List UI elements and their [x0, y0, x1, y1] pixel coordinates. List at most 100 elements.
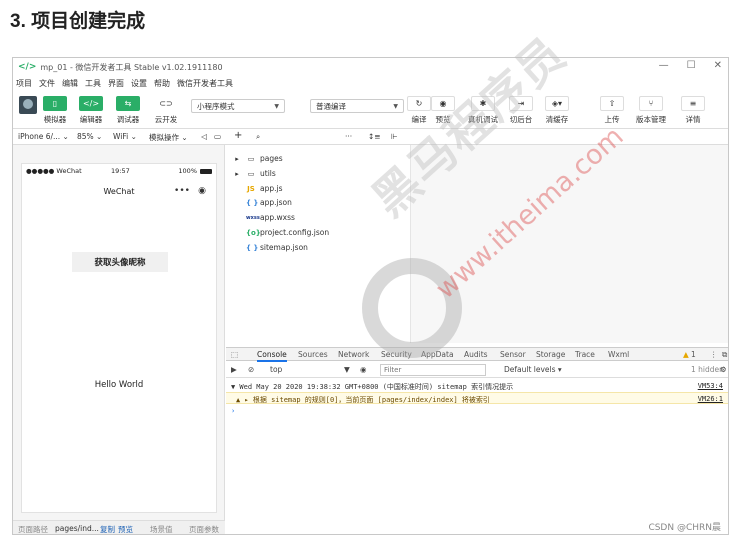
- simulator-toggle[interactable]: ▯ 模拟器: [43, 96, 67, 125]
- menu-lines-icon: ≡: [681, 96, 705, 111]
- debugger-toggle[interactable]: ⇆ 调试器: [116, 96, 140, 125]
- battery-label: 100%: [178, 167, 197, 175]
- device-select[interactable]: iPhone 6/... ⌄: [18, 132, 69, 141]
- plus-icon[interactable]: +: [234, 130, 242, 141]
- sim-ops-select[interactable]: 模拟操作 ⌄: [149, 132, 188, 143]
- capsule-menu[interactable]: ••• ◉: [170, 183, 210, 199]
- console-prompt[interactable]: ›: [226, 405, 728, 417]
- copy-path-link[interactable]: 复制: [100, 524, 115, 534]
- rotate-icon[interactable]: ▭: [214, 132, 221, 141]
- file-item-app-wxss[interactable]: wxss app.wxss: [246, 213, 295, 222]
- chevron-down-icon[interactable]: ▼: [344, 365, 350, 374]
- config-file-icon: {o}: [246, 228, 261, 237]
- file-item-pages[interactable]: ▸ ▭ pages: [232, 154, 282, 163]
- chevron-down-icon: ▼: [274, 102, 279, 110]
- minimize-button[interactable]: —: [659, 60, 669, 71]
- page-params-label[interactable]: 页面参数: [189, 524, 219, 534]
- title-bar: </> mp_01 - 微信开发者工具 Stable v1.02.1911180…: [13, 58, 728, 76]
- menu-project[interactable]: 项目: [16, 78, 32, 89]
- network-select[interactable]: WiFi ⌄: [113, 132, 137, 141]
- details-button[interactable]: ≡ 详情: [681, 96, 705, 125]
- cloud-link-icon: ⊂⊃: [159, 99, 173, 108]
- hidden-count: 1 hidden: [691, 365, 724, 374]
- code-icon: </>: [79, 96, 103, 111]
- debug-icon: ⇆: [116, 96, 140, 111]
- folder-icon: ▭: [247, 154, 255, 163]
- log-levels-select[interactable]: Default levels ▾: [504, 365, 562, 374]
- simulator-footer: 页面路径 pages/ind... 复制 预览 场景值 页面参数: [13, 520, 225, 534]
- status-time: 19:57: [111, 167, 130, 175]
- more-icon[interactable]: ···: [345, 132, 352, 141]
- upload-button[interactable]: ⇧ 上传: [600, 96, 624, 125]
- volume-icon[interactable]: ◁: [201, 132, 207, 141]
- page-path-value: pages/ind...: [55, 524, 99, 533]
- warning-icon[interactable]: ▲: [683, 350, 689, 359]
- search-icon[interactable]: ⌕: [256, 132, 260, 142]
- menu-help[interactable]: 帮助: [154, 78, 170, 89]
- editor-toggle[interactable]: </> 编辑器: [79, 96, 103, 125]
- console-filter-input[interactable]: [380, 364, 486, 376]
- preview-path-link[interactable]: 预览: [118, 524, 133, 534]
- avatar[interactable]: [19, 96, 37, 114]
- page-path-label: 页面路径: [18, 525, 48, 534]
- warning-count: 1: [691, 350, 696, 359]
- scene-label[interactable]: 场景值: [150, 524, 173, 534]
- menu-file[interactable]: 文件: [39, 78, 55, 89]
- carrier-label: ●●●●● WeChat: [26, 167, 82, 175]
- devtools-tabs: ⬚ Console Sources Network Security AppDa…: [226, 347, 728, 362]
- chevron-right-icon: ▸: [235, 169, 239, 178]
- tab-sources[interactable]: Sources: [298, 350, 328, 359]
- file-item-app-js[interactable]: JS app.js: [246, 184, 282, 193]
- tab-sensor[interactable]: Sensor: [500, 350, 526, 359]
- tab-console[interactable]: Console: [257, 350, 287, 362]
- file-item-app-json[interactable]: { } app.json: [246, 198, 292, 207]
- zoom-select[interactable]: 85% ⌄: [77, 132, 102, 141]
- dock-icon[interactable]: ⧉: [722, 350, 727, 360]
- menu-view[interactable]: 界面: [108, 78, 124, 89]
- wxss-file-icon: wxss: [246, 214, 260, 221]
- collapse-icon[interactable]: ⊩: [391, 132, 398, 141]
- version-button[interactable]: ⑂ 版本管理: [636, 96, 666, 125]
- devtools-more-icon[interactable]: ⋮: [710, 350, 718, 359]
- file-item-utils[interactable]: ▸ ▭ utils: [232, 169, 276, 178]
- close-button[interactable]: ✕: [714, 60, 722, 71]
- tab-audits[interactable]: Audits: [464, 350, 488, 359]
- eye-icon[interactable]: ◉: [360, 365, 367, 374]
- menu-settings[interactable]: 设置: [131, 78, 147, 89]
- console-source-link[interactable]: VM53:4: [698, 382, 723, 390]
- more-dots-icon[interactable]: •••: [174, 186, 190, 196]
- clear-console-icon[interactable]: ⊘: [248, 365, 254, 374]
- clear-cache-button[interactable]: ◈▾ 清缓存: [545, 96, 569, 125]
- js-file-icon: JS: [247, 184, 255, 193]
- cloud-dev-button[interactable]: ⊂⊃ 云开发: [154, 96, 178, 125]
- tab-wxml[interactable]: Wxml: [608, 350, 629, 359]
- mode-select[interactable]: 小程序模式 ▼: [191, 99, 285, 113]
- sort-icon[interactable]: ↕≡: [368, 132, 381, 141]
- hello-text: Hello World: [94, 380, 144, 390]
- console-warning-line[interactable]: ▲ ▸ 根据 sitemap 的规则[0]，当前页面 [pages/index/…: [226, 392, 728, 404]
- file-item-project-config[interactable]: {o} project.config.json: [246, 228, 329, 237]
- tab-trace[interactable]: Trace: [575, 350, 595, 359]
- branch-icon: ⑂: [639, 96, 663, 111]
- inspect-icon[interactable]: ⬚: [231, 350, 238, 359]
- tab-network[interactable]: Network: [338, 350, 369, 359]
- menu-tools[interactable]: 工具: [85, 78, 101, 89]
- wechat-devtools-logo-icon: </>: [18, 62, 37, 72]
- console-filter-bar: ▶ ⊘ top ▼ ◉ Default levels ▾ 1 hidden ⚙: [226, 362, 728, 378]
- toolbar: ▯ 模拟器 </> 编辑器 ⇆ 调试器 ⊂⊃ 云开发 小程序模式 ▼ 普通编译 …: [13, 91, 728, 129]
- console-source-link[interactable]: VM26:1: [698, 395, 723, 403]
- compile-mode-select[interactable]: 普通编译 ▼: [310, 99, 404, 113]
- menu-edit[interactable]: 编辑: [62, 78, 78, 89]
- gear-icon[interactable]: ⚙: [720, 365, 727, 374]
- tab-storage[interactable]: Storage: [536, 350, 565, 359]
- sidebar-toggle-icon[interactable]: ▶: [231, 365, 237, 374]
- get-avatar-button[interactable]: 获取头像昵称: [72, 252, 168, 272]
- menu-devtools[interactable]: 微信开发者工具: [177, 78, 233, 89]
- context-select[interactable]: top: [270, 365, 282, 374]
- target-icon[interactable]: ◉: [198, 186, 206, 196]
- maximize-button[interactable]: ☐: [687, 60, 696, 71]
- file-item-sitemap-json[interactable]: { } sitemap.json: [246, 243, 308, 252]
- chevron-down-icon: ▼: [393, 102, 398, 110]
- json-file-icon: { }: [246, 243, 259, 252]
- console-line[interactable]: ▼ Wed May 20 2020 19:38:32 GMT+0800 (中国标…: [226, 380, 728, 392]
